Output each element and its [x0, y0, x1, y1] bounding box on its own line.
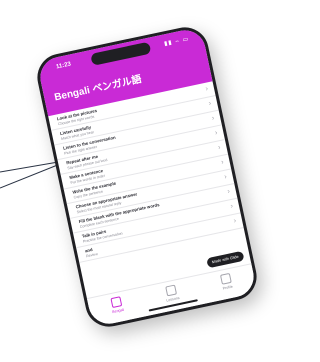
- tab-profile[interactable]: Profile: [200, 269, 252, 295]
- chevron-right-icon: ›: [220, 158, 225, 167]
- chevron-right-icon: ›: [211, 114, 215, 123]
- book-icon: [110, 296, 123, 309]
- chevron-right-icon: ›: [204, 85, 209, 93]
- status-time: 11:23: [55, 61, 72, 71]
- tab-bengali[interactable]: Bengali: [91, 292, 143, 318]
- chevron-right-icon: ›: [233, 217, 237, 225]
- status-icons: ▮▮ ⌢ ▭: [163, 36, 190, 48]
- tab-bar: Bengali Lessons Profile: [86, 263, 258, 328]
- chevron-right-icon: ›: [217, 144, 222, 152]
- badge-label: Made with Glide: [211, 254, 239, 265]
- chevron-right-icon: ›: [223, 173, 228, 181]
- chevron-right-icon: ›: [214, 129, 219, 137]
- list-icon: [165, 284, 178, 297]
- chevron-right-icon: ›: [229, 202, 234, 211]
- chevron-right-icon: ›: [208, 100, 212, 108]
- dynamic-island: [90, 41, 152, 66]
- phone-mockup: 11:23 ▮▮ ⌢ ▭ Bengali ベンガル語 Look at the p…: [33, 22, 261, 332]
- chevron-right-icon: ›: [226, 188, 231, 196]
- profile-icon: [219, 272, 232, 285]
